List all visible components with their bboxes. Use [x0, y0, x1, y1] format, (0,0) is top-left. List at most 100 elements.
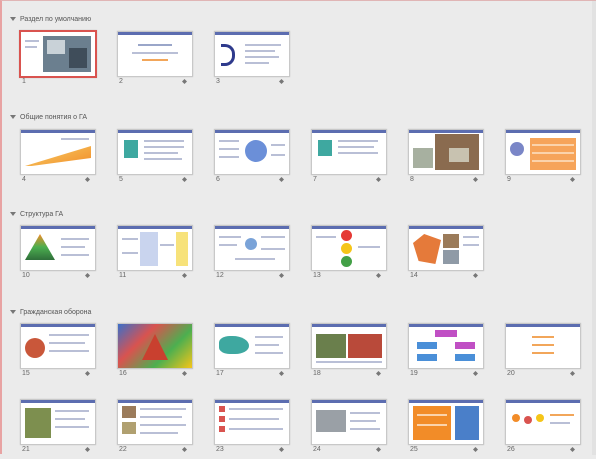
slide-thumbnail[interactable]: 3: [214, 31, 290, 91]
slide-number: 22: [119, 446, 127, 453]
transition-icon[interactable]: [279, 273, 284, 278]
collapse-icon[interactable]: [10, 115, 16, 119]
slide-number: 23: [216, 446, 224, 453]
slide-number: 2: [119, 78, 123, 85]
section-title: Раздел по умолчанию: [20, 15, 92, 23]
slide-preview: [117, 129, 193, 175]
slide-thumbnail[interactable]: 13: [311, 225, 387, 285]
section-header-structure[interactable]: Структура ГА: [10, 208, 63, 220]
slide-number: 19: [410, 370, 418, 377]
slide-preview: [408, 225, 484, 271]
transition-icon[interactable]: [279, 177, 284, 182]
transition-icon[interactable]: [182, 447, 187, 452]
slide-number: 13: [313, 272, 321, 279]
slide-preview: [117, 323, 193, 369]
slide-thumbnail[interactable]: 22: [117, 399, 193, 459]
transition-icon[interactable]: [182, 177, 187, 182]
transition-icon[interactable]: [85, 371, 90, 376]
slide-preview: [311, 323, 387, 369]
transition-icon[interactable]: [376, 177, 381, 182]
section-title: Общие понятия о ГА: [20, 113, 87, 121]
transition-icon[interactable]: [376, 273, 381, 278]
scrollbar[interactable]: [592, 1, 596, 455]
transition-icon[interactable]: [85, 177, 90, 182]
slide-number: 11: [119, 272, 127, 279]
slide-thumbnail[interactable]: 12: [214, 225, 290, 285]
slide-preview: [408, 129, 484, 175]
transition-icon[interactable]: [570, 447, 575, 452]
collapse-icon[interactable]: [10, 17, 16, 21]
slide-thumbnail[interactable]: 17: [214, 323, 290, 383]
slide-thumbnail[interactable]: 24: [311, 399, 387, 459]
slide-thumbnail[interactable]: 7: [311, 129, 387, 189]
slide-thumbnail[interactable]: 19: [408, 323, 484, 383]
slide-number: 6: [216, 176, 220, 183]
slide-thumbnail[interactable]: 6: [214, 129, 290, 189]
slide-preview: [214, 31, 290, 77]
slide-number: 12: [216, 272, 224, 279]
slide-number: 21: [22, 446, 30, 453]
section-header-general[interactable]: Общие понятия о ГА: [10, 111, 87, 123]
slide-thumbnail[interactable]: 11: [117, 225, 193, 285]
transition-icon[interactable]: [182, 79, 187, 84]
slide-thumbnail[interactable]: 18: [311, 323, 387, 383]
section-header-default[interactable]: Раздел по умолчанию: [10, 13, 91, 25]
slide-thumbnail[interactable]: 25: [408, 399, 484, 459]
transition-icon[interactable]: [85, 447, 90, 452]
section-header-civil-defense[interactable]: Гражданская оборона: [10, 306, 91, 318]
slide-number: 4: [22, 176, 26, 183]
transition-icon[interactable]: [182, 273, 187, 278]
section-title: Структура ГА: [20, 210, 64, 218]
slide-thumbnail[interactable]: 14: [408, 225, 484, 285]
slide-preview: [20, 399, 96, 445]
slide-preview: [214, 323, 290, 369]
slide-preview: [117, 399, 193, 445]
slide-thumbnail[interactable]: 26: [505, 399, 581, 459]
slide-thumbnail[interactable]: 2: [117, 31, 193, 91]
slide-number: 3: [216, 78, 220, 85]
slide-number: 25: [410, 446, 418, 453]
slide-thumbnail[interactable]: 10: [20, 225, 96, 285]
slide-thumbnail[interactable]: 5: [117, 129, 193, 189]
transition-icon[interactable]: [570, 371, 575, 376]
transition-icon[interactable]: [279, 447, 284, 452]
transition-icon[interactable]: [279, 371, 284, 376]
slide-preview: [505, 323, 581, 369]
slide-number: 1: [22, 78, 26, 85]
slide-thumbnail[interactable]: 1: [19, 30, 97, 91]
slide-preview: [214, 399, 290, 445]
transition-icon[interactable]: [473, 447, 478, 452]
slide-thumbnail[interactable]: 20: [505, 323, 581, 383]
slide-thumbnail[interactable]: 9: [505, 129, 581, 189]
slide-preview: [408, 323, 484, 369]
transition-icon[interactable]: [473, 371, 478, 376]
slide-thumbnail[interactable]: 4: [20, 129, 96, 189]
transition-icon[interactable]: [85, 273, 90, 278]
slide-preview: [117, 31, 193, 77]
slide-number: 18: [313, 370, 321, 377]
transition-icon[interactable]: [473, 177, 478, 182]
transition-icon[interactable]: [376, 447, 381, 452]
transition-icon[interactable]: [376, 371, 381, 376]
slide-preview: [19, 30, 97, 78]
collapse-icon[interactable]: [10, 310, 16, 314]
transition-icon[interactable]: [570, 177, 575, 182]
collapse-icon[interactable]: [10, 212, 16, 216]
slide-number: 15: [22, 370, 30, 377]
slide-thumbnail[interactable]: 23: [214, 399, 290, 459]
transition-icon[interactable]: [279, 79, 284, 84]
slide-number: 17: [216, 370, 224, 377]
slide-preview: [311, 225, 387, 271]
slide-number: 20: [507, 370, 515, 377]
transition-icon[interactable]: [473, 273, 478, 278]
slide-preview: [20, 129, 96, 175]
slide-preview: [311, 399, 387, 445]
slide-preview: [214, 225, 290, 271]
slide-thumbnail[interactable]: 21: [20, 399, 96, 459]
slide-thumbnail[interactable]: 16: [117, 323, 193, 383]
slide-number: 16: [119, 370, 127, 377]
slide-thumbnail[interactable]: 8: [408, 129, 484, 189]
slide-preview: [214, 129, 290, 175]
slide-thumbnail[interactable]: 15: [20, 323, 96, 383]
transition-icon[interactable]: [182, 371, 187, 376]
